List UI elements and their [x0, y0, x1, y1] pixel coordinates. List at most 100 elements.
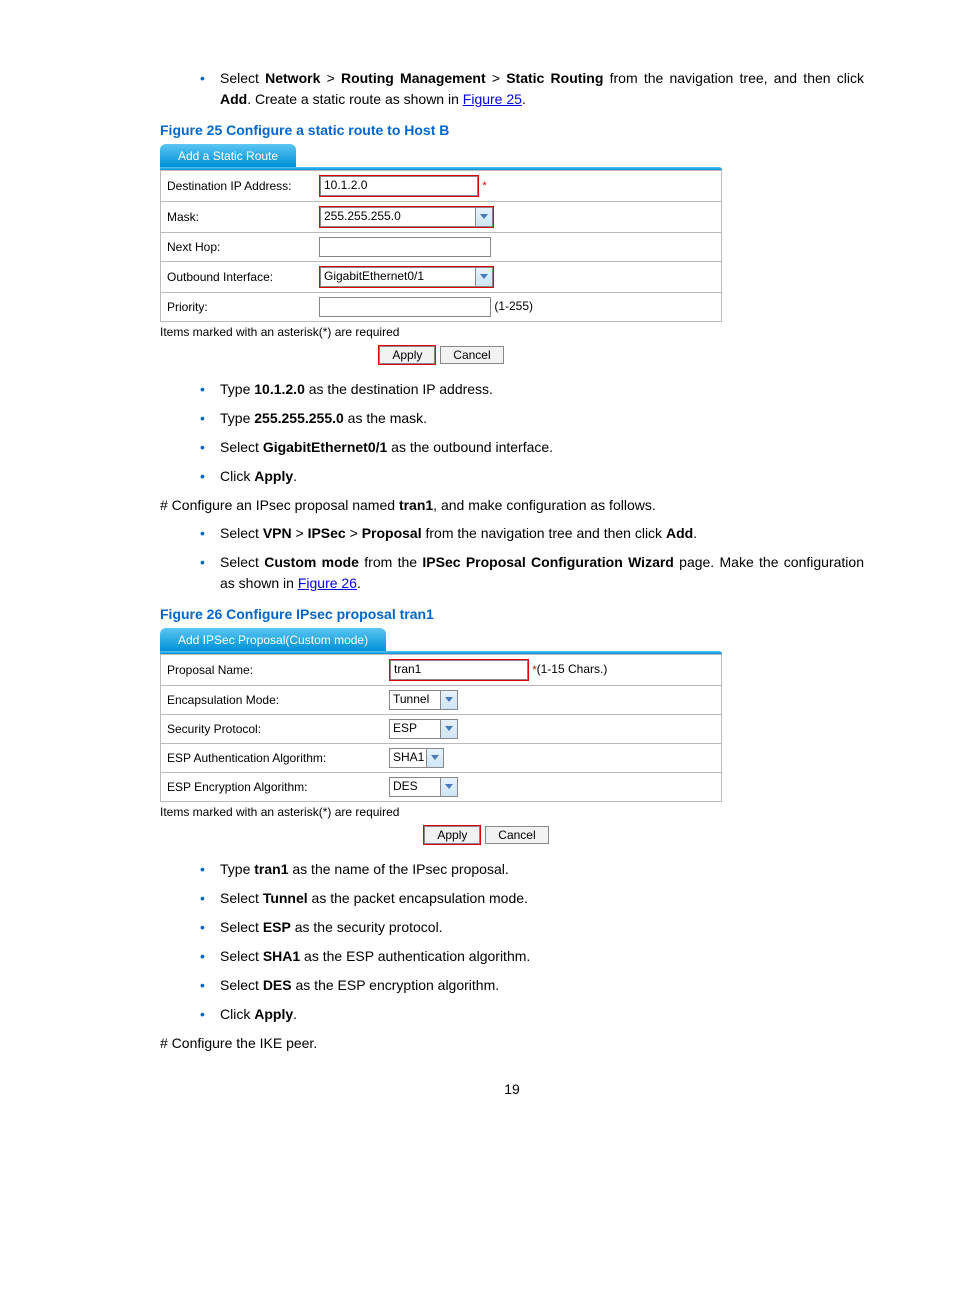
required-asterisk: * [482, 180, 486, 192]
bold: SHA1 [263, 948, 300, 964]
priority-input[interactable] [319, 297, 491, 317]
bold: Network [265, 70, 320, 86]
text: Select [220, 977, 263, 993]
outif-select[interactable]: GigabitEthernet0/1 [320, 267, 493, 287]
list-item: Select DES as the ESP encryption algorit… [200, 975, 864, 996]
list-item: Click Apply. [200, 466, 864, 487]
field-espauth: SHA1 [383, 744, 722, 773]
bold: Apply [254, 1006, 293, 1022]
label-espenc: ESP Encryption Algorithm: [161, 773, 384, 802]
cancel-button-2[interactable]: Cancel [485, 826, 548, 844]
tab-header-2: Add IPSec Proposal(Custom mode) [160, 628, 386, 651]
list-item: Select Tunnel as the packet encapsulatio… [200, 888, 864, 909]
mask-select[interactable]: 255.255.255.0 [320, 207, 493, 227]
text: , and make configuration as follows. [433, 497, 656, 513]
bold: tran1 [399, 497, 433, 513]
text: Select [220, 948, 263, 964]
hash-line-1: # Configure an IPsec proposal named tran… [160, 497, 864, 513]
list-item: Select VPN > IPSec > Proposal from the n… [200, 523, 864, 544]
text: Type [220, 861, 254, 877]
static-route-table: Destination IP Address: 10.1.2.0 * Mask:… [160, 170, 722, 322]
cancel-button[interactable]: Cancel [440, 346, 503, 364]
espauth-select[interactable]: SHA1 [389, 748, 444, 768]
bold: Tunnel [263, 890, 308, 906]
intro-item: Select Network > Routing Management > St… [200, 68, 864, 110]
espenc-select[interactable]: DES [389, 777, 458, 797]
ipsec-proposal-form: Add IPSec Proposal(Custom mode) Proposal… [160, 628, 722, 845]
label-dest-ip: Destination IP Address: [161, 171, 314, 202]
text: as the ESP authentication algorithm. [300, 948, 530, 964]
proposal-name-input[interactable]: tran1 [390, 660, 528, 680]
bold: DES [263, 977, 292, 993]
proposal-hint: (1-15 Chars.) [537, 662, 608, 676]
apply-button-2[interactable]: Apply [424, 826, 480, 844]
secproto-select[interactable]: ESP [389, 719, 458, 739]
list-item: Select ESP as the security protocol. [200, 917, 864, 938]
figure-link-26[interactable]: Figure 26 [298, 575, 357, 591]
static-route-form: Add a Static Route Destination IP Addres… [160, 144, 722, 365]
label-encap: Encapsulation Mode: [161, 686, 384, 715]
figure-link-25[interactable]: Figure 25 [463, 91, 522, 107]
text: as the name of the IPsec proposal. [288, 861, 508, 877]
text: . [522, 91, 526, 107]
field-dest-ip: 10.1.2.0 * [313, 171, 722, 202]
required-note-2: Items marked with an asterisk(*) are req… [160, 805, 722, 819]
text: Select [220, 919, 263, 935]
bold: Routing Management [341, 70, 486, 86]
text: as the outbound interface. [387, 439, 553, 455]
bold: Add [220, 91, 247, 107]
dest-ip-input[interactable]: 10.1.2.0 [320, 176, 478, 196]
text: from the [359, 554, 422, 570]
bold: GigabitEthernet0/1 [263, 439, 387, 455]
field-espenc: DES [383, 773, 722, 802]
label-nexthop: Next Hop: [161, 233, 314, 262]
bold: VPN [263, 525, 292, 541]
text: as the packet encapsulation mode. [308, 890, 528, 906]
bold: tran1 [254, 861, 288, 877]
text: . [293, 1006, 297, 1022]
label-outif: Outbound Interface: [161, 262, 314, 293]
text: . [693, 525, 697, 541]
figure-26-title: Figure 26 Configure IPsec proposal tran1 [160, 606, 864, 622]
label-espauth: ESP Authentication Algorithm: [161, 744, 384, 773]
text: as the destination IP address. [305, 381, 493, 397]
bold: 10.1.2.0 [254, 381, 305, 397]
bold: Proposal [362, 525, 422, 541]
field-priority: (1-255) [313, 293, 722, 322]
nexthop-input[interactable] [319, 237, 491, 257]
button-row-2: Apply Cancel [160, 825, 722, 845]
field-mask: 255.255.255.0 [313, 202, 722, 233]
list-item: Select SHA1 as the ESP authentication al… [200, 946, 864, 967]
text: Select [220, 890, 263, 906]
bold: Custom mode [264, 554, 359, 570]
text: # Configure an IPsec proposal named [160, 497, 399, 513]
text: from the navigation tree and then click [422, 525, 666, 541]
text: as the mask. [344, 410, 427, 426]
text: . Create a static route as shown in [247, 91, 463, 107]
bold: Add [666, 525, 693, 541]
text: Type [220, 381, 254, 397]
intro-list: Select Network > Routing Management > St… [160, 68, 864, 110]
apply-button[interactable]: Apply [379, 346, 435, 364]
bold: Static Routing [506, 70, 603, 86]
bold: IPSec Proposal Configuration Wizard [422, 554, 673, 570]
ipsec-table: Proposal Name: tran1 *(1-15 Chars.) Enca… [160, 654, 722, 802]
text: . [293, 468, 297, 484]
text: > [320, 70, 341, 86]
required-note: Items marked with an asterisk(*) are req… [160, 325, 722, 339]
encap-select[interactable]: Tunnel [389, 690, 458, 710]
label-priority: Priority: [161, 293, 314, 322]
label-secproto: Security Protocol: [161, 715, 384, 744]
text: > [486, 70, 507, 86]
text: Select [220, 525, 263, 541]
tab-header: Add a Static Route [160, 144, 296, 167]
steps-list-4: Type tran1 as the name of the IPsec prop… [160, 859, 864, 1025]
field-nexthop [313, 233, 722, 262]
page-number: 19 [160, 1081, 864, 1097]
steps-list-3: Select VPN > IPSec > Proposal from the n… [160, 523, 864, 594]
text: as the security protocol. [291, 919, 443, 935]
list-item: Click Apply. [200, 1004, 864, 1025]
field-proposal-name: tran1 *(1-15 Chars.) [383, 655, 722, 686]
label-mask: Mask: [161, 202, 314, 233]
list-item: Type 255.255.255.0 as the mask. [200, 408, 864, 429]
